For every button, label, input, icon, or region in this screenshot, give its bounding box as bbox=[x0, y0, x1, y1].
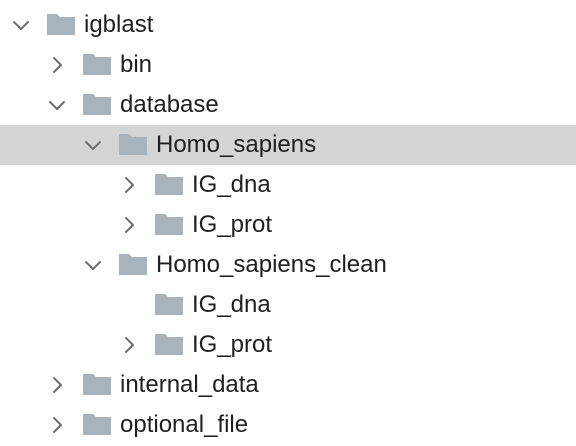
folder-icon bbox=[82, 412, 112, 436]
chevron-down-icon[interactable] bbox=[82, 134, 104, 156]
folder-icon bbox=[82, 92, 112, 116]
tree-row-label: IG_prot bbox=[192, 211, 273, 238]
folder-icon bbox=[154, 172, 184, 196]
tree-row-ig-dna[interactable]: IG_dna bbox=[0, 165, 576, 205]
chevron-right-icon[interactable] bbox=[46, 54, 68, 76]
tree-row-label: database bbox=[120, 91, 219, 118]
chevron-down-icon[interactable] bbox=[10, 14, 32, 36]
tree-row-label: bin bbox=[120, 51, 153, 78]
tree-row-label: IG_dna bbox=[192, 291, 271, 318]
chevron-right-icon[interactable] bbox=[46, 374, 68, 396]
chevron-right-icon[interactable] bbox=[118, 174, 140, 196]
folder-icon bbox=[118, 132, 148, 156]
chevron-right-icon[interactable] bbox=[46, 414, 68, 436]
tree-row-label: optional_file bbox=[120, 411, 249, 438]
tree-row-label: igblast bbox=[84, 11, 154, 38]
tree-row-homo-sapiens[interactable]: Homo_sapiens bbox=[0, 125, 576, 165]
tree-row-igblast[interactable]: igblast bbox=[0, 5, 576, 45]
chevron-down-icon[interactable] bbox=[46, 94, 68, 116]
folder-icon bbox=[82, 52, 112, 76]
folder-icon bbox=[154, 212, 184, 236]
tree-row-clean-ig-prot[interactable]: IG_prot bbox=[0, 325, 576, 365]
tree-row-label: Homo_sapiens_clean bbox=[156, 251, 387, 278]
tree-row-label: Homo_sapiens bbox=[156, 131, 317, 158]
tree-row-optional-file[interactable]: optional_file bbox=[0, 405, 576, 445]
tree-row-homo-sapiens-clean[interactable]: Homo_sapiens_clean bbox=[0, 245, 576, 285]
folder-icon bbox=[82, 372, 112, 396]
tree-row-clean-ig-dna[interactable]: IG_dna bbox=[0, 285, 576, 325]
tree-row-bin[interactable]: bin bbox=[0, 45, 576, 85]
tree-row-internal-data[interactable]: internal_data bbox=[0, 365, 576, 405]
chevron-down-icon[interactable] bbox=[82, 254, 104, 276]
tree-row-ig-prot[interactable]: IG_prot bbox=[0, 205, 576, 245]
folder-icon bbox=[154, 332, 184, 356]
project-tree: igblast bin database Homo_sapiens IG_dna… bbox=[0, 5, 576, 445]
tree-row-label: IG_prot bbox=[192, 331, 273, 358]
folder-icon bbox=[46, 12, 76, 36]
chevron-right-icon[interactable] bbox=[118, 334, 140, 356]
tree-row-database[interactable]: database bbox=[0, 85, 576, 125]
chevron-right-icon[interactable] bbox=[118, 214, 140, 236]
tree-row-label: IG_dna bbox=[192, 171, 271, 198]
tree-row-label: internal_data bbox=[120, 371, 259, 398]
folder-icon bbox=[118, 252, 148, 276]
folder-icon bbox=[154, 292, 184, 316]
